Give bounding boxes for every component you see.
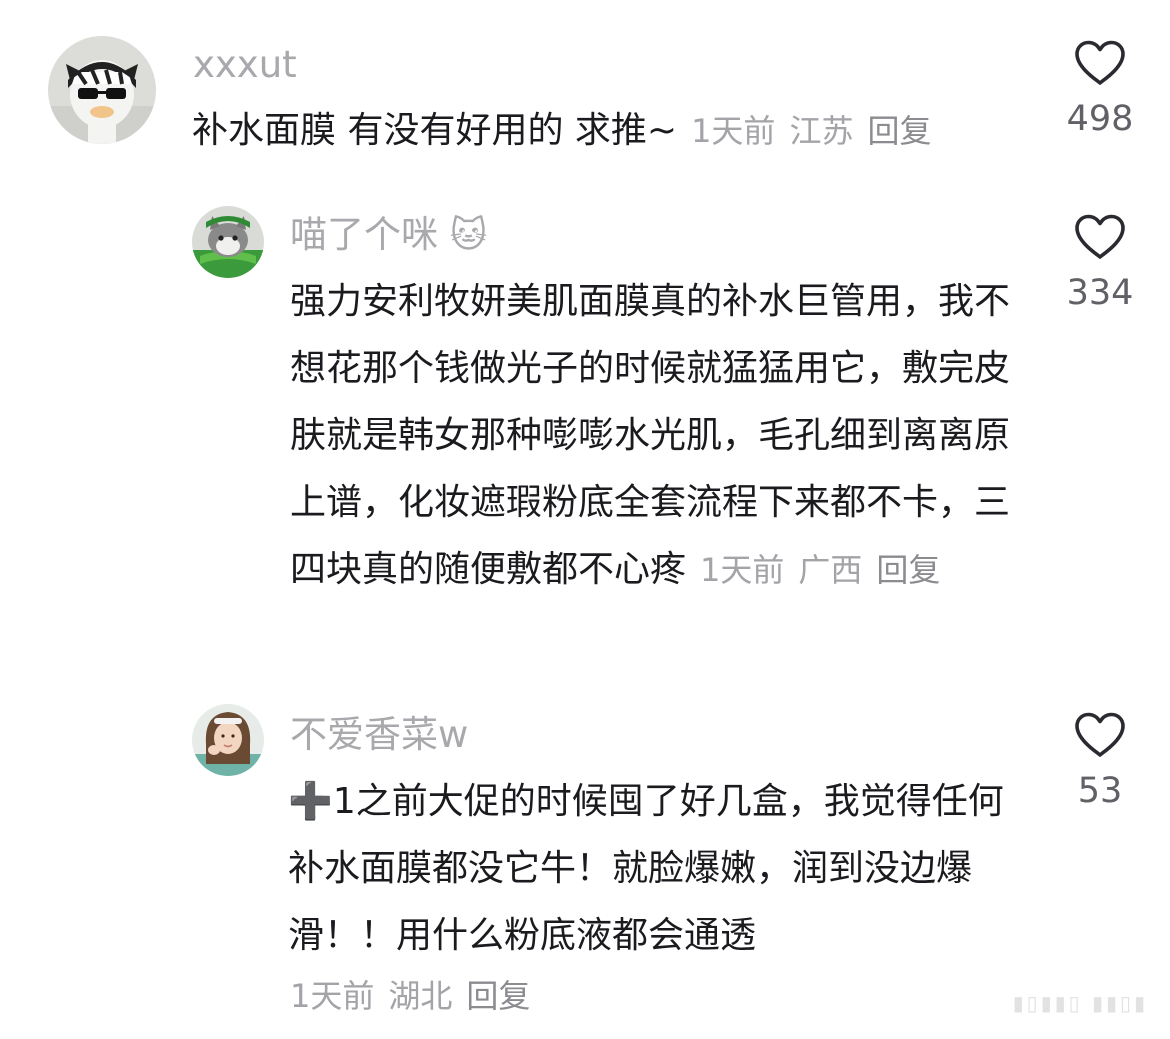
- comment-meta: 1天前 湖北 回复: [290, 980, 544, 1012]
- comment-text: 补水面膜 有没有好用的 求推~: [192, 110, 678, 151]
- like-column: 334: [1055, 214, 1145, 311]
- comment-time: 1天前: [700, 551, 785, 589]
- comment-location: 广西: [798, 551, 863, 589]
- heart-icon[interactable]: [1074, 214, 1126, 260]
- reply-button[interactable]: 回复: [466, 977, 530, 1015]
- like-count: 498: [1066, 99, 1134, 139]
- cat-emoji-icon: 🐱: [449, 215, 488, 256]
- comment-meta: 1天前 江苏 回复: [691, 112, 931, 150]
- reply-button[interactable]: 回复: [876, 551, 940, 589]
- avatar[interactable]: [192, 704, 264, 776]
- reply-button[interactable]: 回复: [867, 112, 931, 150]
- comment-time: 1天前: [290, 977, 375, 1015]
- comment-body: 强力安利牧妍美肌面膜真的补水巨管用，我不想花那个钱做光子的时候就猛猛用它，敷完皮…: [290, 268, 1020, 604]
- username-text: 喵了个咪: [290, 213, 438, 256]
- username[interactable]: 不爱香菜w: [290, 716, 468, 753]
- comment-location: 江苏: [789, 112, 854, 150]
- like-count: 334: [1066, 273, 1134, 313]
- girl-avatar-icon: [192, 704, 264, 776]
- avatar[interactable]: [192, 206, 264, 278]
- like-column: 498: [1055, 40, 1145, 137]
- comment-location: 湖北: [388, 977, 453, 1015]
- comment-body: ➕1之前大促的时候囤了好几盒，我觉得任何补水面膜都没它牛！就脸爆嫩，润到没边爆滑…: [288, 768, 1008, 969]
- avatar[interactable]: [48, 36, 156, 144]
- comment-meta: 1天前 广西 回复: [700, 551, 940, 589]
- heart-icon[interactable]: [1074, 40, 1126, 86]
- comment-text: ➕1之前大促的时候囤了好几盒，我觉得任何补水面膜都没它牛！就脸爆嫩，润到没边爆滑…: [288, 781, 1004, 956]
- zebra-duck-avatar-icon: [48, 36, 156, 144]
- like-column: 53: [1055, 712, 1145, 809]
- heart-icon[interactable]: [1074, 712, 1126, 758]
- comment-text: 强力安利牧妍美肌面膜真的补水巨管用，我不想花那个钱做光子的时候就猛猛用它，敷完皮…: [290, 281, 1011, 590]
- like-count: 53: [1077, 771, 1123, 811]
- comment-time: 1天前: [691, 112, 776, 150]
- username[interactable]: xxxut: [193, 46, 297, 83]
- cat-avatar-icon: [192, 206, 264, 278]
- username[interactable]: 喵了个咪 🐱: [290, 216, 487, 254]
- comment-body: 补水面膜 有没有好用的 求推~ 1天前 江苏 回复: [192, 97, 1042, 165]
- watermark: ▮▯▮▮▯ ▮▮▯▮: [1012, 991, 1148, 1015]
